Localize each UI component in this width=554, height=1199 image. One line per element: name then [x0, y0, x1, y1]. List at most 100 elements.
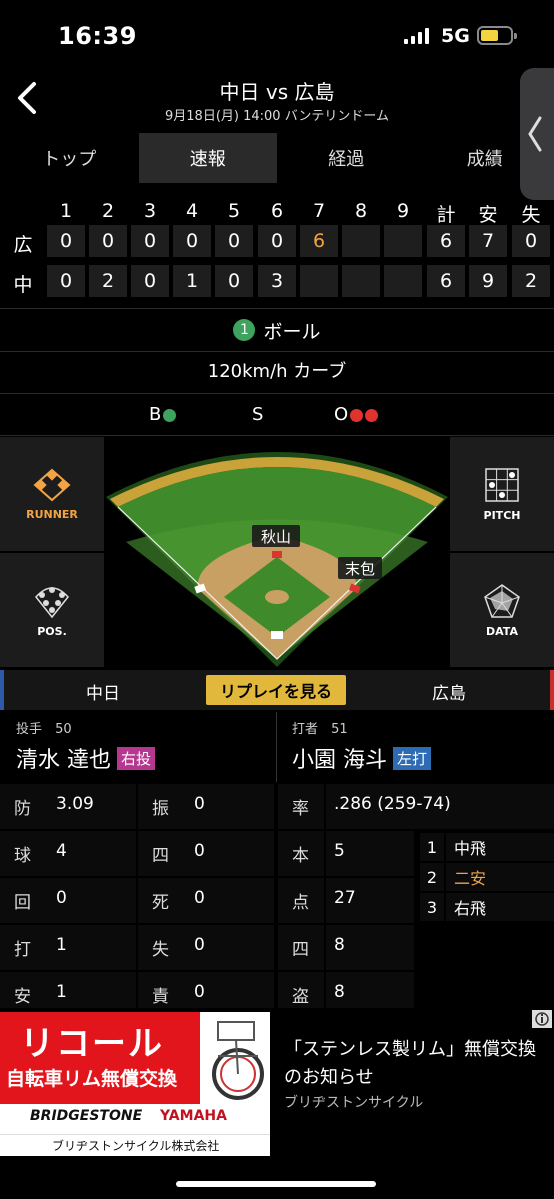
- score-cell-bg: [342, 265, 380, 297]
- pitcher-label: 投手: [16, 722, 43, 737]
- at-bat-number: 3: [420, 893, 444, 921]
- ad-brand-1: BRIDGESTONE: [30, 1108, 143, 1124]
- score-cell: 3: [270, 270, 284, 292]
- pitch-label: PITCH: [483, 508, 521, 522]
- tab-bar: トップ 速報 経過 成績: [0, 133, 554, 183]
- data-button[interactable]: DATA: [450, 553, 554, 667]
- pitcher-name[interactable]: 清水 達也: [16, 748, 111, 773]
- home-team-color: [0, 670, 4, 710]
- fielder-marker: [272, 551, 282, 558]
- out-count: O: [334, 404, 379, 425]
- score-column-header: 計: [436, 204, 456, 226]
- position-label: POS.: [37, 624, 67, 638]
- matchup-panel: 投手 50 清水 達也 右投 打者 51 小園 海斗 左打: [0, 712, 554, 782]
- ad-brand-2: YAMAHA: [160, 1108, 227, 1124]
- pitcher-stat-key: 回: [14, 893, 31, 913]
- batter-stat-key: 本: [292, 846, 309, 866]
- at-bat-result: 二安: [446, 863, 554, 891]
- tab-top[interactable]: トップ: [0, 133, 139, 183]
- status-bar: 16:39 5G: [0, 0, 554, 70]
- field-view: RUNNER POS. PITCH DATA 秋山 末包: [0, 437, 554, 667]
- ball-dot: [163, 408, 177, 422]
- batter-stat-key: 率: [292, 799, 309, 819]
- ad-banner[interactable]: リコール 自転車リム無償交換 BRIDGESTONE YAMAHA ブリヂストン…: [0, 1008, 554, 1156]
- network-label: 5G: [441, 25, 470, 47]
- batter-stat-value: .286 (259-74): [334, 794, 451, 814]
- away-team-color: [550, 670, 554, 710]
- batter-stat-value: 8: [334, 982, 345, 1002]
- runner-button[interactable]: RUNNER: [0, 437, 104, 551]
- at-bat-number: 2: [420, 863, 444, 891]
- away-team-label[interactable]: 広島: [432, 679, 466, 704]
- pitcher-stat-value: 3.09: [56, 794, 94, 814]
- batter-stat-value: 8: [334, 935, 345, 955]
- batter-stat-key: 点: [292, 893, 309, 913]
- pitch-grid-icon: [485, 467, 519, 502]
- score-team-label: 広: [13, 234, 33, 256]
- pitcher-stat-value: 0: [194, 794, 205, 814]
- score-column-header: 5: [227, 200, 241, 222]
- batter-label: 打者: [292, 722, 319, 737]
- pitcher-header: 投手 50: [16, 718, 72, 737]
- fielder-label-1: 秋山: [261, 528, 291, 546]
- score-cell: 0: [270, 230, 284, 252]
- score-column-header: 失: [521, 204, 541, 226]
- score-cell: 0: [524, 230, 538, 252]
- score-cell: 6: [439, 230, 453, 252]
- ad-headline[interactable]: 「ステンレス製リム」無償交換のお知らせ: [284, 1036, 542, 1092]
- batter-number: 51: [331, 722, 348, 737]
- score-cell: 7: [481, 230, 495, 252]
- pitcher-stat-value: 0: [194, 982, 205, 1002]
- ad-banner-title: リコール: [20, 1024, 164, 1064]
- team-bar: 中日 リプレイを見る 広島: [0, 670, 554, 710]
- score-column-header: 4: [185, 200, 199, 222]
- position-button[interactable]: POS.: [0, 553, 104, 667]
- pitch-result-text: ボール: [263, 320, 321, 343]
- pitcher-stat-key: 打: [14, 940, 31, 960]
- score-cell: 2: [101, 270, 115, 292]
- score-column-header: 7: [312, 200, 326, 222]
- out-dot: [350, 408, 364, 422]
- score-column-header: 2: [101, 200, 115, 222]
- tab-live[interactable]: 速報: [138, 133, 277, 183]
- tab-stats[interactable]: 成績: [416, 133, 554, 183]
- ad-image[interactable]: リコール 自転車リム無償交換 BRIDGESTONE YAMAHA ブリヂストン…: [0, 1012, 270, 1156]
- batter-stat-key: 四: [292, 940, 309, 960]
- fielder-label-2: 末包: [345, 560, 375, 578]
- score-cell: 0: [227, 270, 241, 292]
- ball-count: B: [149, 404, 177, 425]
- home-indicator: [176, 1181, 376, 1187]
- pitcher-number: 50: [55, 722, 72, 737]
- home-plate: [271, 631, 283, 639]
- strike-label: S: [252, 404, 264, 425]
- batter-name[interactable]: 小園 海斗: [292, 748, 387, 773]
- pitcher-info: 清水 達也 右投: [16, 742, 156, 774]
- pitcher-stat-key: 防: [14, 799, 31, 819]
- pitcher-stat-key: 球: [14, 846, 31, 866]
- batter-stat-value: 27: [334, 888, 356, 908]
- score-team-label: 中: [13, 274, 33, 296]
- bso-count: B S O: [0, 396, 554, 434]
- pitch-count-badge: 1: [233, 319, 256, 341]
- scoreboard: 1 2 3 4 5 6 7 8 9 計安 失 広 0 0 0 0 0 0 6 6 7 0 中 0 2 0 1 0 3 6 9 2: [0, 190, 554, 308]
- pitcher-stat-value: 0: [194, 841, 205, 861]
- at-bat-result: 右飛: [446, 893, 554, 921]
- battery-icon: [477, 26, 517, 45]
- pitcher-stat-key: 安: [14, 987, 31, 1007]
- score-column-header: 9: [396, 200, 410, 222]
- score-cell: 6: [312, 230, 326, 252]
- pitcher-stat-value: 1: [56, 982, 67, 1002]
- ad-choices-icon[interactable]: [532, 1010, 552, 1028]
- replay-button[interactable]: リプレイを見る: [206, 675, 346, 705]
- position-icon: [35, 586, 69, 618]
- radar-chart-icon: [484, 583, 520, 618]
- home-team-label[interactable]: 中日: [86, 679, 120, 704]
- data-label: DATA: [486, 624, 518, 638]
- pitch-result: 1 ボール: [0, 310, 554, 350]
- batter-info: 小園 海斗 左打: [292, 742, 432, 774]
- score-cell: 0: [227, 230, 241, 252]
- score-column-header: 8: [354, 200, 368, 222]
- bicycle-icon: [212, 1021, 264, 1100]
- pitch-chart-button[interactable]: PITCH: [450, 437, 554, 551]
- tab-progress[interactable]: 経過: [277, 133, 416, 183]
